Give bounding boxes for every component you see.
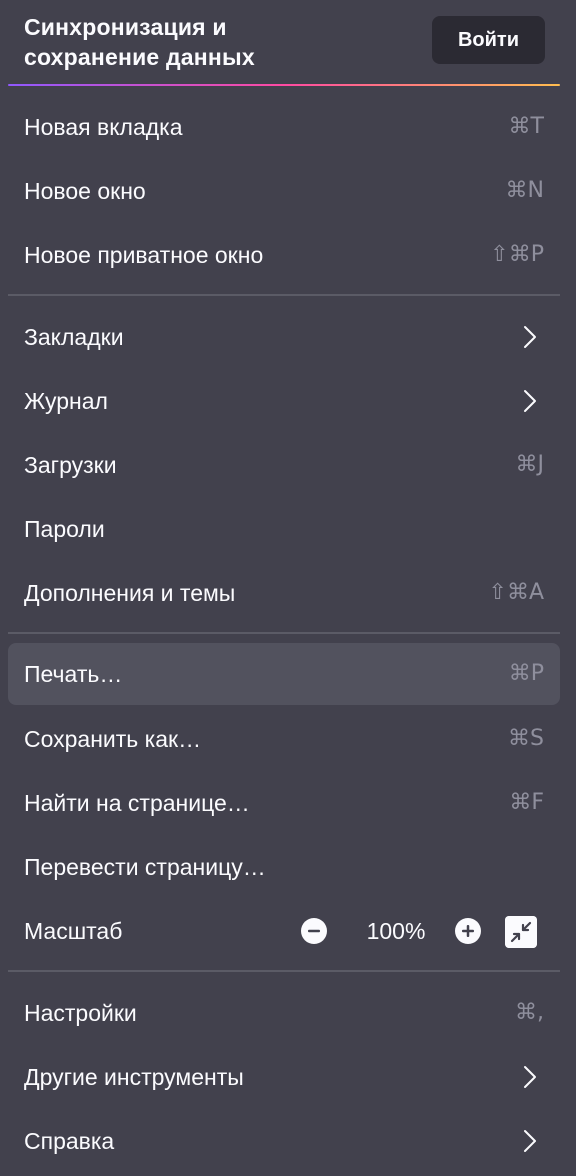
menu-item-label: Перевести страницу…: [24, 854, 266, 880]
menu-item-passwords[interactable]: Пароли: [8, 498, 560, 560]
menu-item-label: Журнал: [24, 388, 108, 414]
chevron-right-icon: [524, 326, 536, 348]
plus-circle-icon[interactable]: [454, 917, 482, 945]
menu-item-label: Печать…: [24, 661, 123, 687]
menu-item-bookmarks[interactable]: Закладки: [8, 306, 560, 368]
exit-fullscreen-icon[interactable]: [505, 916, 537, 948]
zoom-label: Масштаб: [24, 918, 123, 944]
menu-item-history[interactable]: Журнал: [8, 370, 560, 432]
menu-item-find-in-page[interactable]: Найти на странице… ⌘F: [8, 772, 560, 834]
minus-circle-icon[interactable]: [300, 917, 328, 945]
shortcut-label: ⌘,: [515, 1000, 544, 1025]
menu-item-label: Закладки: [24, 324, 124, 350]
menu-item-label: Настройки: [24, 1000, 137, 1026]
shortcut-label: ⌘P: [508, 661, 544, 686]
menu-item-save-as[interactable]: Сохранить как… ⌘S: [8, 708, 560, 770]
menu-item-label: Загрузки: [24, 452, 117, 478]
menu-item-addons-themes[interactable]: Дополнения и темы ⇧⌘A: [8, 562, 560, 624]
menu-item-label: Другие инструменты: [24, 1064, 244, 1090]
chevron-right-icon: [524, 390, 536, 412]
menu-item-new-window[interactable]: Новое окно ⌘N: [8, 160, 560, 222]
menu-separator: [8, 294, 560, 296]
app-menu-panel: Синхронизация и сохранение данных Войти …: [0, 0, 576, 1176]
menu-item-more-tools[interactable]: Другие инструменты: [8, 1046, 560, 1108]
menu-item-label: Сохранить как…: [24, 726, 202, 752]
sync-title: Синхронизация и сохранение данных: [24, 12, 404, 72]
menu-item-translate-page[interactable]: Перевести страницу…: [8, 836, 560, 898]
menu-item-help[interactable]: Справка: [8, 1110, 560, 1172]
menu-item-label: Пароли: [24, 516, 105, 542]
menu-item-label: Новое приватное окно: [24, 242, 264, 268]
sync-header: Синхронизация и сохранение данных Войти: [0, 0, 576, 86]
shortcut-label: ⌘F: [509, 790, 544, 815]
chevron-right-icon: [524, 1130, 536, 1152]
menu-item-new-tab[interactable]: Новая вкладка ⌘T: [8, 96, 560, 158]
zoom-row: Масштаб 100%: [8, 900, 560, 962]
menu-item-settings[interactable]: Настройки ⌘,: [8, 982, 560, 1044]
shortcut-label: ⌘T: [508, 114, 544, 139]
menu-item-label: Новая вкладка: [24, 114, 183, 140]
menu-item-label: Найти на странице…: [24, 790, 250, 816]
menu-item-new-private-window[interactable]: Новое приватное окно ⇧⌘P: [8, 224, 560, 286]
menu-item-downloads[interactable]: Загрузки ⌘J: [8, 434, 560, 496]
menu-separator: [8, 632, 560, 634]
shortcut-label: ⌘N: [505, 178, 544, 203]
sync-title-line1: Синхронизация и: [24, 14, 227, 40]
shortcut-label: ⇧⌘A: [488, 580, 544, 605]
sign-in-button[interactable]: Войти: [432, 16, 545, 64]
sync-title-line2: сохранение данных: [24, 44, 255, 70]
chevron-right-icon: [524, 1066, 536, 1088]
menu-item-label: Справка: [24, 1128, 115, 1154]
menu-item-label: Новое окно: [24, 178, 146, 204]
menu-item-print[interactable]: Печать… ⌘P: [8, 643, 560, 705]
menu-separator: [8, 970, 560, 972]
shortcut-label: ⌘J: [515, 452, 545, 477]
menu-item-label: Дополнения и темы: [24, 580, 236, 606]
shortcut-label: ⌘S: [508, 726, 544, 751]
accent-gradient-divider: [8, 84, 560, 86]
zoom-level-value[interactable]: 100%: [348, 900, 444, 962]
shortcut-label: ⇧⌘P: [490, 242, 544, 267]
